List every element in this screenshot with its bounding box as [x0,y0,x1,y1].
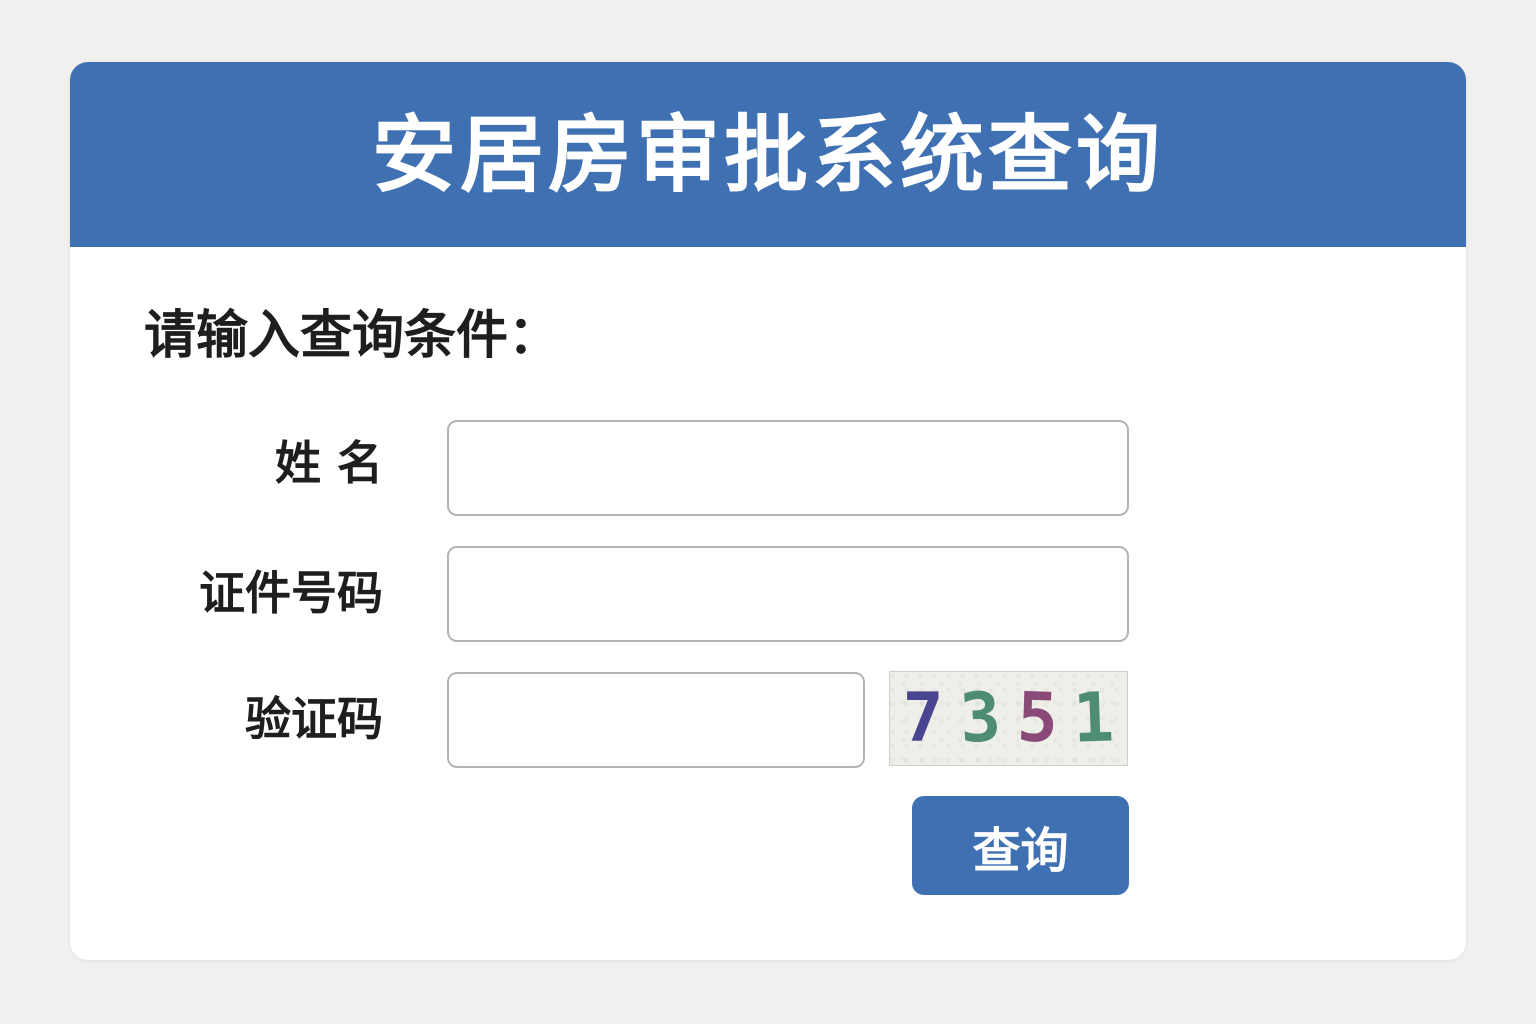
id-number-label: 证件号码 [199,566,383,620]
form-prompt: 请输入查询条件： [144,306,561,366]
captcha-digit: 7 [902,678,944,758]
header-banner: 安居房审批系统查询 [70,62,1466,247]
name-label: 姓 名 [274,436,383,490]
captcha-digit: 5 [1015,677,1059,759]
query-button[interactable]: 查询 [912,796,1129,895]
captcha-digit: 1 [1072,677,1116,759]
captcha-label: 验证码 [245,692,383,746]
captcha-input[interactable] [447,672,865,768]
name-input[interactable] [447,420,1129,516]
id-number-input[interactable] [447,546,1129,642]
captcha-image[interactable]: 7 3 5 1 [889,671,1128,766]
query-card: 安居房审批系统查询 请输入查询条件： 姓 名 证件号码 验证码 7 3 5 1 … [70,62,1466,960]
captcha-digit: 3 [957,677,1003,759]
page-title: 安居房审批系统查询 [371,105,1164,204]
